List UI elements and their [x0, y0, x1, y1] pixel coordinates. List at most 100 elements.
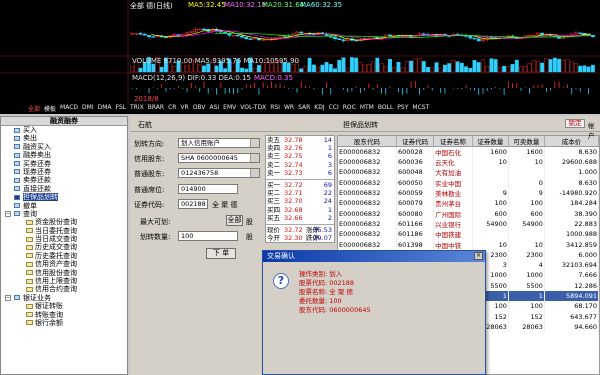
tree-item-label: 卖券还款 [23, 176, 51, 185]
indicator-tab[interactable]: KDJ [314, 104, 324, 114]
quote-row[interactable]: 卖五 32.78 14 [266, 136, 334, 144]
tree-item[interactable]: 资金股份查询 [1, 218, 127, 226]
tree-item[interactable]: 银证转账 [1, 302, 127, 310]
tree-item[interactable]: 买券还券 [1, 160, 127, 168]
table-cell: 600028 [396, 146, 435, 157]
table-row[interactable]: E000006832 600080 广州国际 600 600 38.390 [338, 208, 599, 219]
indicator-tab[interactable]: BOLL [378, 104, 393, 114]
quantity-input[interactable]: 100 [178, 231, 238, 241]
tree-item[interactable]: − 银证业务 [1, 294, 127, 302]
tree-item[interactable]: 信用股份查询 [1, 269, 127, 277]
indicator-tab[interactable]: 全部 [28, 104, 40, 114]
collapse-toggle-icon[interactable]: − [5, 295, 11, 302]
indicator-tab[interactable]: VOL-TDX [240, 104, 266, 114]
tree-item[interactable]: 买入 [1, 126, 127, 134]
indicator-tab[interactable]: CR [168, 104, 176, 114]
table-row[interactable]: E000006832 600028 中国石化 1600 1600 8.630 [338, 146, 599, 157]
candle-body [421, 33, 426, 35]
normal-account-select[interactable]: 012436758 [178, 168, 260, 178]
indicator-tab[interactable]: TRIX [130, 104, 144, 114]
tree-item[interactable]: 直接还款 [1, 185, 127, 193]
tree-item-label: 资金股份查询 [35, 218, 77, 227]
credit-account-select[interactable]: SHA 0600000645 [178, 153, 260, 163]
tree-item-label: 撤单 [23, 201, 37, 210]
tree-item[interactable]: 担保品划转 [1, 193, 127, 202]
indicator-tab[interactable]: FSL [116, 104, 127, 114]
table-cell: 1000 [508, 270, 545, 281]
tree-item[interactable]: 融券卖出 [1, 151, 127, 159]
order-header-label: 石航 [138, 121, 152, 129]
indicator-tab[interactable]: MCST [412, 104, 429, 114]
indicator-tab[interactable]: ASI [209, 104, 219, 114]
candle-body [244, 36, 249, 40]
indicator-tab[interactable]: MTM [360, 104, 374, 114]
table-row[interactable]: E000006832 600048 大有加油 1.000 [338, 167, 599, 178]
indicator-tab[interactable]: 模板 [44, 104, 56, 114]
quote-row[interactable]: 买五 32.66 2 [266, 214, 334, 222]
table-row[interactable]: E000006832 600059 美林勘业 9 9 -14980.920 [338, 187, 599, 199]
indicator-tab[interactable]: OBV [193, 104, 206, 114]
tree-item[interactable]: 转账查询 [1, 311, 127, 319]
tree-item[interactable]: 融资买入 [1, 143, 127, 151]
page-icon [26, 312, 33, 318]
indicator-tab[interactable]: DMA [98, 104, 112, 114]
tree-item[interactable]: 卖券还款 [1, 176, 127, 184]
tree-item[interactable]: 现券还券 [1, 168, 127, 176]
submit-order-button[interactable]: 下 单 [206, 248, 236, 259]
indicator-tab[interactable]: EMV [223, 104, 236, 114]
table-row[interactable]: E000006832 601186 中国铁建 1000.988 [338, 229, 599, 240]
column-header[interactable]: 证券名称 [433, 136, 473, 147]
table-row[interactable]: E000006832 600036 云天化 10 10 29600.688 [338, 157, 599, 168]
column-header[interactable]: 证券数量 [472, 136, 509, 147]
tree-item[interactable]: 信用资产查询 [1, 260, 127, 268]
indicator-tab[interactable]: ROC [343, 104, 356, 114]
quote-row[interactable]: 买四 32.68 1 [266, 206, 334, 214]
quote-row[interactable]: 卖一 32.73 6 [266, 169, 334, 177]
quote-row[interactable]: 买二 32.71 22 [266, 189, 334, 197]
security-code-input[interactable]: 002188 [178, 199, 208, 209]
all-button[interactable]: 全部 [226, 215, 243, 226]
indicator-tab[interactable]: VR [180, 104, 188, 114]
dialog-close-button[interactable]: × [474, 252, 483, 260]
indicator-tab[interactable]: CCI [329, 104, 339, 114]
table-row[interactable]: E000006832 601166 兴业银行 54900 54900 22.883 [338, 218, 599, 230]
tree-item[interactable]: 当日委托查询 [1, 227, 127, 235]
column-header[interactable]: 股东代码 [338, 136, 397, 147]
quote-row[interactable]: 卖二 32.74 3 [266, 161, 334, 169]
column-header[interactable]: 证券代码 [396, 136, 435, 147]
tree-item[interactable]: 银行余额 [1, 319, 127, 327]
tree-item[interactable]: 历史委托查询 [1, 252, 127, 260]
quote-row[interactable]: 卖三 32.75 6 [266, 152, 334, 160]
normal-seat-input[interactable]: 014900 [178, 184, 238, 194]
tree-item[interactable]: 卖出 [1, 134, 127, 142]
table-row[interactable]: E000006832 600050 实业中国 0 8.630 [338, 177, 599, 188]
indicator-tab[interactable]: BRAR [148, 104, 164, 114]
quote-row[interactable]: 买三 32.70 24 [266, 197, 334, 205]
table-row[interactable]: E000006832 600079 贵州茅台 100 100 184.284 [338, 198, 599, 209]
function-tree[interactable]: 融资融券 买入 卖出 融资买入 融券卖出 买券还券 现券还券 卖券还款 直接还款 担保品划转 撤单… [0, 116, 128, 375]
tree-item[interactable]: 信用合约查询 [1, 285, 127, 293]
volume-bar [497, 67, 502, 73]
quote-row[interactable]: 买一 32.72 69 [266, 181, 334, 189]
quote-row[interactable]: 卖四 32.76 1 [266, 144, 334, 152]
indicator-tab[interactable]: SAR [298, 104, 310, 114]
column-header[interactable]: 可卖数量 [508, 136, 545, 147]
candle-body [472, 37, 477, 40]
indicator-tab[interactable]: WR [284, 104, 294, 114]
tree-item[interactable]: 撤单 [1, 202, 127, 210]
transfer-direction-select[interactable]: 划入信用账户 [178, 138, 260, 148]
indicator-tab[interactable]: RSI [270, 104, 280, 114]
kline-chart[interactable]: 全部 德(日线) MA5:32.45 MA10:32.18 MA20:31.64… [0, 0, 600, 114]
volume-bar [299, 68, 304, 73]
indicator-tab[interactable]: MACD [60, 104, 78, 114]
lock-button[interactable]: 锁定 [565, 119, 585, 128]
volume-bar [383, 65, 388, 73]
table-cell: 3412.859 [544, 239, 599, 250]
indicator-tab[interactable]: DMI [82, 104, 94, 114]
page-icon [26, 244, 33, 250]
tree-item[interactable]: 历史成交查询 [1, 243, 127, 251]
indicator-tab[interactable]: PSY [397, 104, 408, 114]
collapse-toggle-icon[interactable]: − [5, 211, 11, 218]
table-cell: 10 [508, 239, 545, 250]
table-row[interactable]: E000006832 601398 中国中铁 10 10 3412.859 [338, 239, 599, 250]
